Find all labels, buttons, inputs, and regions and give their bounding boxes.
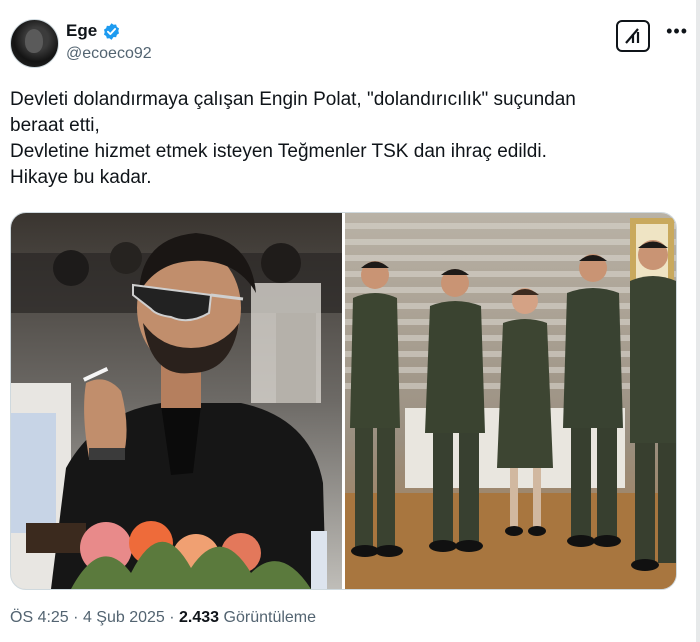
grok-button[interactable] [616, 20, 650, 52]
tweet-timestamp-row: ÖS 4:25 · 4 Şub 2025 · 2.433 Görüntüleme [10, 609, 316, 627]
tweet-line: Hikaye bu kadar. [10, 167, 152, 188]
views-label: Görüntüleme [223, 609, 317, 626]
author-name-row: Ege [66, 21, 121, 41]
avatar[interactable] [10, 19, 59, 68]
verified-badge-icon[interactable] [102, 22, 121, 41]
author-handle[interactable]: @ecoeco92 [66, 45, 152, 63]
tweet-line: Devletine hizmet etmek isteyen Teğmenler… [10, 141, 547, 162]
grok-icon [625, 28, 640, 44]
photo-man-sunglasses-icon[interactable] [11, 213, 342, 589]
display-name[interactable]: Ege [66, 21, 97, 41]
scrollbar-edge [696, 0, 700, 642]
photo-lieutenants-uniform-icon[interactable] [345, 213, 676, 589]
tweet-time[interactable]: ÖS 4:25 [10, 609, 69, 626]
tweet-line: Devleti dolandırmaya çalışan Engin Polat… [10, 89, 576, 110]
tweet-text: Devleti dolandırmaya çalışan Engin Polat… [10, 87, 650, 191]
more-options-icon[interactable]: ••• [666, 22, 688, 40]
tweet-date[interactable]: 4 Şub 2025 [83, 609, 165, 626]
tweet-header: Ege @ecoeco92 ••• [10, 14, 688, 74]
tweet-line: beraat etti, [10, 115, 100, 136]
tweet-media [10, 212, 677, 590]
separator: · [169, 609, 175, 626]
views-count: 2.433 [179, 609, 220, 626]
separator: · [73, 609, 79, 626]
